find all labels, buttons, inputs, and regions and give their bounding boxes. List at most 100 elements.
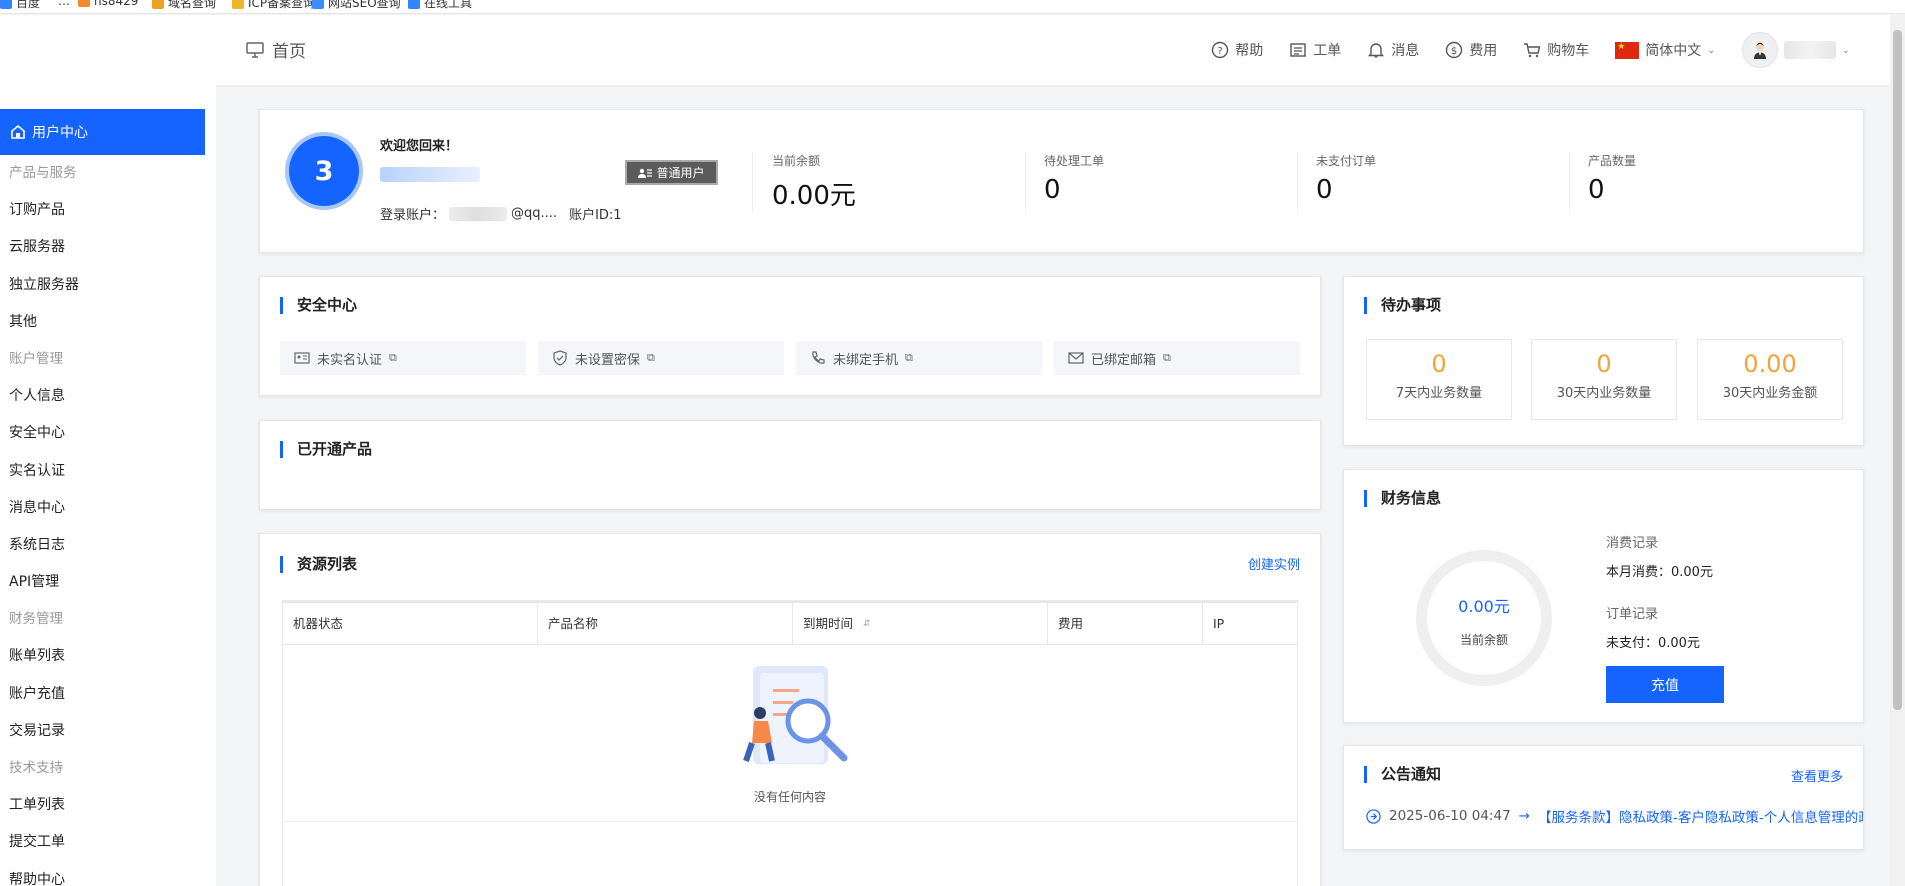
- sidebar-item-messages[interactable]: 消息中心: [9, 490, 209, 527]
- column-header-sortable[interactable]: 到期时间 ⇵: [793, 603, 1048, 645]
- cart-link[interactable]: 购物车: [1523, 40, 1589, 60]
- home-icon: [11, 124, 25, 139]
- security-item-verification[interactable]: 未实名认证 ⧉: [280, 341, 526, 375]
- order-title: 订单记录: [1606, 607, 1659, 622]
- external-link-icon: ⧉: [1163, 351, 1171, 364]
- language-select[interactable]: 简体中文 ⌄: [1615, 40, 1716, 60]
- login-account-row: 登录账户： @qq.... 账户ID:1: [380, 206, 622, 223]
- column-header[interactable]: IP: [1203, 603, 1297, 645]
- section-title: 安全中心: [280, 297, 357, 314]
- sort-icon[interactable]: ⇵: [863, 603, 871, 645]
- site-icon: [152, 0, 164, 9]
- divider: [1025, 152, 1026, 212]
- sidebar-item-profile[interactable]: 个人信息: [9, 378, 209, 415]
- sidebar-item-api[interactable]: API管理: [9, 564, 209, 601]
- resource-list-card: 资源列表 创建实例 机器状态 产品名称 到期时间 ⇵ 费用 IP 没有任何内容: [259, 533, 1321, 886]
- username-blurred: [380, 167, 480, 182]
- bookmarks-bar: 百度 … ns8429 域名查询 ICP备案查询 网站SEO查询 在线工具: [0, 0, 1905, 14]
- sidebar-item-recharge[interactable]: 账户充值: [9, 676, 209, 713]
- notice-card: 公告通知 查看更多 2025-06-10 04:47 → 【服务条款】隐私政策-…: [1343, 745, 1864, 850]
- sidebar-item-other[interactable]: 其他: [9, 304, 209, 341]
- sidebar-item-dedicated-server[interactable]: 独立服务器: [9, 267, 209, 304]
- bookmark[interactable]: 在线工具: [408, 0, 472, 11]
- todo-stat[interactable]: 0.00 30天内业务金额: [1697, 339, 1843, 420]
- security-item-phone[interactable]: 未绑定手机 ⧉: [796, 341, 1042, 375]
- home-link[interactable]: 首页: [246, 37, 306, 62]
- notice-item[interactable]: 2025-06-10 04:47 → 【服务条款】隐私政策-客户隐私政策-个人信…: [1366, 806, 1863, 826]
- sidebar-item-system-log[interactable]: 系统日志: [9, 527, 209, 564]
- site-icon: [312, 0, 324, 9]
- svg-text:$: $: [1451, 46, 1457, 57]
- bookmark[interactable]: 网站SEO查询: [312, 0, 401, 11]
- sidebar-section-header: 账户管理: [9, 350, 63, 367]
- column-header[interactable]: 机器状态: [283, 603, 538, 645]
- svg-text:?: ?: [1218, 46, 1223, 57]
- view-more-link[interactable]: 查看更多: [1791, 766, 1843, 785]
- user-avatar-icon: [1753, 42, 1766, 59]
- recharge-button[interactable]: 充值: [1606, 666, 1724, 703]
- chevron-down-icon: ⌄: [1841, 44, 1850, 56]
- sidebar-section-header: 财务管理: [9, 611, 63, 628]
- mail-icon: [1068, 352, 1084, 364]
- todo-stat[interactable]: 0 30天内业务数量: [1531, 339, 1677, 420]
- sidebar-item-bills[interactable]: 账单列表: [9, 638, 209, 675]
- scrollbar-thumb[interactable]: [1893, 30, 1902, 710]
- arrow-right-icon: →: [1518, 808, 1530, 824]
- monitor-icon: [246, 41, 264, 58]
- section-title: 资源列表: [280, 556, 357, 573]
- site-icon: [78, 0, 90, 7]
- sidebar-item-transactions[interactable]: 交易记录: [9, 713, 209, 750]
- divider: [1569, 152, 1570, 212]
- section-title: 公告通知: [1364, 766, 1441, 783]
- external-link-icon: ⧉: [389, 351, 397, 364]
- shield-icon: [553, 350, 567, 366]
- bookmark[interactable]: ns8429: [78, 0, 138, 8]
- arrow-circle-icon: [1366, 808, 1381, 824]
- sidebar-item-cloud-server[interactable]: 云服务器: [9, 229, 209, 266]
- site-icon: [408, 0, 420, 9]
- security-item-email[interactable]: 已绑定邮箱 ⧉: [1054, 341, 1300, 375]
- stat-balance: 当前余额 0.00元: [772, 154, 856, 211]
- id-card-icon: [294, 352, 310, 364]
- bookmark[interactable]: 百度: [0, 0, 40, 11]
- sidebar-item-user-center[interactable]: 用户中心: [0, 109, 205, 155]
- sidebar-item-verification[interactable]: 实名认证: [9, 453, 209, 490]
- bell-icon: [1368, 43, 1385, 58]
- finance-card: 财务信息 0.00元 当前余额 消费记录 本月消费：0.00元 订单记录 未支付…: [1343, 469, 1864, 723]
- stat-product-count[interactable]: 产品数量 0: [1588, 152, 1636, 205]
- sidebar-item-order-product[interactable]: 订购产品: [9, 192, 209, 229]
- baidu-icon: [0, 0, 12, 9]
- stat-unpaid-orders[interactable]: 未支付订单 0: [1316, 152, 1376, 205]
- sidebar-item-security[interactable]: 安全中心: [9, 415, 209, 452]
- chevron-down-icon: ⌄: [1707, 44, 1716, 56]
- column-header[interactable]: 产品名称: [538, 603, 793, 645]
- consume-title: 消费记录: [1606, 536, 1659, 551]
- resource-table: 机器状态 产品名称 到期时间 ⇵ 费用 IP 没有任何内容: [282, 600, 1298, 886]
- bookmark[interactable]: 域名查询: [152, 0, 216, 11]
- bookmark[interactable]: …: [58, 0, 70, 8]
- cart-icon: [1524, 43, 1541, 58]
- section-title: 待办事项: [1364, 297, 1441, 314]
- top-header: 首页 ? 帮助 工单 消息 $ 费用 购物车 简体中文 ⌄: [0, 15, 1890, 85]
- user-menu[interactable]: ⌄: [1741, 32, 1850, 68]
- external-link-icon: ⧉: [647, 351, 655, 364]
- section-title: 财务信息: [1364, 490, 1441, 507]
- todo-stat[interactable]: 0 7天内业务数量: [1366, 339, 1512, 420]
- create-instance-link[interactable]: 创建实例: [1248, 554, 1300, 573]
- column-header[interactable]: 费用: [1048, 603, 1203, 645]
- divider: [752, 152, 753, 212]
- cost-link[interactable]: $ 费用: [1445, 40, 1497, 60]
- sidebar-item-help-center[interactable]: 帮助中心: [9, 862, 209, 886]
- user-role-badge: 普通用户: [625, 160, 718, 185]
- user-level-badge: 3: [285, 132, 363, 210]
- stat-pending-tickets[interactable]: 待处理工单 0: [1044, 152, 1104, 205]
- sidebar-item-submit-ticket[interactable]: 提交工单: [9, 824, 209, 861]
- sidebar-section-header: 技术支持: [9, 760, 63, 776]
- sidebar-item-ticket-list[interactable]: 工单列表: [9, 787, 209, 824]
- message-link[interactable]: 消息: [1367, 40, 1419, 60]
- ticket-link[interactable]: 工单: [1289, 40, 1341, 60]
- bookmark[interactable]: ICP备案查询: [232, 0, 315, 11]
- security-item-question[interactable]: 未设置密保 ⧉: [538, 341, 784, 375]
- help-link[interactable]: ? 帮助: [1211, 40, 1263, 60]
- divider: [1297, 152, 1298, 212]
